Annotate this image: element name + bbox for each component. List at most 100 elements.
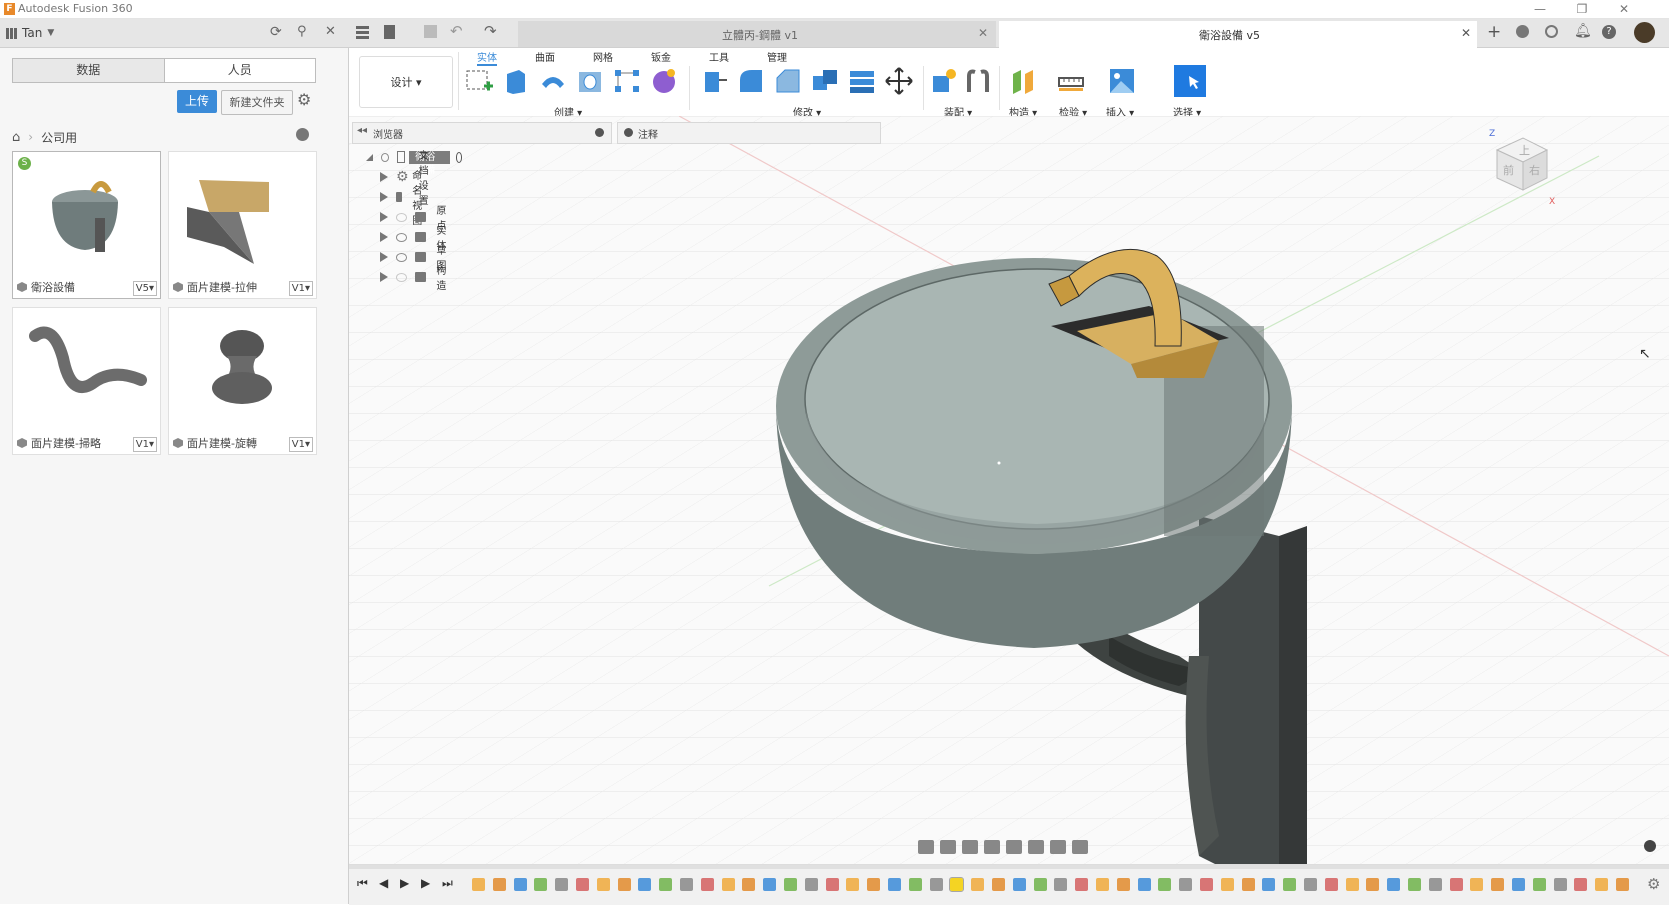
timeline-feature-icon[interactable] bbox=[1054, 878, 1068, 891]
tab-surface[interactable]: 曲面 bbox=[535, 49, 555, 64]
look-at-icon[interactable] bbox=[940, 840, 956, 854]
expand-icon[interactable] bbox=[380, 212, 388, 222]
timeline-feature-icon[interactable] bbox=[1116, 878, 1130, 891]
file-card-4[interactable]: 面片建模-旋轉 V1▾ bbox=[168, 307, 317, 455]
timeline-feature-icon[interactable] bbox=[949, 877, 965, 892]
press-pull-icon[interactable] bbox=[699, 66, 729, 96]
timeline-feature-icon[interactable] bbox=[492, 878, 506, 891]
combine-icon[interactable] bbox=[847, 66, 877, 96]
undo-icon[interactable]: ↶ bbox=[450, 22, 463, 40]
new-component-icon[interactable] bbox=[929, 66, 959, 96]
fit-icon[interactable] bbox=[1006, 840, 1022, 854]
version-dropdown[interactable]: V1▾ bbox=[288, 281, 313, 296]
hole-icon[interactable] bbox=[575, 66, 605, 96]
comments-panel-header[interactable]: 注释 bbox=[617, 122, 881, 144]
timeline-feature-icon[interactable] bbox=[763, 878, 777, 891]
timeline-feature-icon[interactable] bbox=[1408, 878, 1421, 891]
step-forward-icon[interactable]: ▶ bbox=[421, 876, 430, 890]
display-settings-icon[interactable] bbox=[1028, 840, 1044, 854]
timeline-feature-icon[interactable] bbox=[929, 878, 943, 891]
timeline-feature-icon[interactable] bbox=[1366, 878, 1380, 891]
timeline-feature-icon[interactable] bbox=[1283, 878, 1297, 891]
file-card-1[interactable]: S 衛浴設備 V5▾ bbox=[12, 151, 161, 299]
timeline-feature-icon[interactable] bbox=[971, 878, 985, 891]
new-folder-button[interactable]: 新建文件夹 bbox=[221, 90, 293, 115]
timeline-feature-icon[interactable] bbox=[1553, 878, 1567, 891]
grid-settings-icon[interactable] bbox=[1050, 840, 1066, 854]
visibility-icon[interactable] bbox=[396, 272, 408, 282]
visibility-icon[interactable] bbox=[396, 232, 408, 242]
timeline-feature-icon[interactable] bbox=[617, 878, 631, 891]
timeline-feature-icon[interactable] bbox=[1096, 878, 1109, 891]
timeline-feature-icon[interactable] bbox=[1324, 878, 1338, 891]
expand-icon[interactable] bbox=[380, 232, 388, 242]
file-card-2[interactable]: 面片建模-拉伸 V1▾ bbox=[168, 151, 317, 299]
close-tab-icon[interactable]: ✕ bbox=[1461, 26, 1471, 40]
timeline-feature-icon[interactable] bbox=[888, 878, 901, 891]
timeline-feature-icon[interactable] bbox=[680, 878, 693, 891]
timeline-feature-icon[interactable] bbox=[472, 878, 485, 891]
tree-item[interactable]: 构造 bbox=[380, 266, 452, 292]
tab-sheet-metal[interactable]: 钣金 bbox=[651, 49, 671, 64]
version-dropdown[interactable]: V1▾ bbox=[132, 437, 157, 452]
job-status-icon[interactable] bbox=[1545, 25, 1558, 38]
browser-panel-header[interactable]: ◂◂ 浏览器 bbox=[352, 122, 612, 144]
visibility-icon[interactable] bbox=[396, 252, 408, 262]
timeline-feature-icon[interactable] bbox=[1179, 878, 1193, 891]
timeline-settings-icon[interactable]: ⚙ bbox=[1647, 875, 1660, 893]
view-cube[interactable]: 上 前 右 Z X bbox=[1487, 128, 1557, 208]
redo-icon[interactable]: ↷ bbox=[484, 22, 497, 40]
timeline-feature-icon[interactable] bbox=[742, 878, 756, 891]
timeline-feature-icon[interactable] bbox=[1220, 878, 1234, 891]
workspace-switcher[interactable]: 设计 ▾ bbox=[359, 56, 453, 108]
orbit-icon[interactable] bbox=[918, 840, 934, 854]
user-switcher[interactable]: Tan ▼ bbox=[6, 26, 54, 40]
expand-icon[interactable] bbox=[366, 153, 373, 161]
settings-icon[interactable]: ⚙ bbox=[297, 90, 311, 109]
tree-item[interactable]: 命名视图 bbox=[380, 171, 430, 227]
step-back-icon[interactable]: ◀ bbox=[379, 876, 388, 890]
view-cube-front[interactable]: 前 bbox=[1503, 163, 1514, 177]
timeline-feature-icon[interactable] bbox=[1200, 878, 1213, 891]
add-comment-icon[interactable] bbox=[624, 128, 633, 137]
timeline-feature-icon[interactable] bbox=[596, 878, 610, 891]
timeline-feature-icon[interactable] bbox=[1574, 878, 1588, 891]
tab-solid[interactable]: 实体 bbox=[477, 49, 497, 66]
chamfer-icon[interactable] bbox=[773, 66, 803, 96]
help-icon[interactable]: ? bbox=[1602, 25, 1616, 39]
pattern-icon[interactable] bbox=[612, 66, 642, 96]
timeline-feature-icon[interactable] bbox=[721, 878, 735, 891]
minimize-button[interactable]: — bbox=[1525, 1, 1555, 17]
timeline-feature-icon[interactable] bbox=[804, 878, 818, 891]
document-tab-2[interactable]: 衛浴設備 v5 ✕ bbox=[999, 21, 1477, 48]
timeline-feature-icon[interactable] bbox=[700, 878, 714, 891]
expand-icon[interactable] bbox=[380, 272, 388, 282]
timeline-feature-icon[interactable] bbox=[784, 878, 797, 891]
tab-data[interactable]: 数据 bbox=[13, 59, 165, 82]
timeline-feature-icon[interactable] bbox=[555, 878, 569, 891]
timeline-feature-icon[interactable] bbox=[576, 878, 589, 891]
timeline-feature-icon[interactable] bbox=[1262, 878, 1276, 891]
timeline-feature-icon[interactable] bbox=[513, 878, 527, 891]
activate-icon[interactable] bbox=[455, 151, 463, 163]
restore-button[interactable]: ❐ bbox=[1567, 1, 1597, 17]
timeline-feature-icon[interactable] bbox=[1012, 878, 1026, 891]
move-icon[interactable] bbox=[884, 66, 914, 96]
close-panel-icon[interactable]: ✕ bbox=[325, 24, 336, 39]
visibility-icon[interactable] bbox=[381, 152, 390, 162]
tab-mesh[interactable]: 网格 bbox=[593, 49, 613, 64]
version-dropdown[interactable]: V5▾ bbox=[132, 281, 157, 296]
avatar[interactable] bbox=[1634, 22, 1655, 43]
timeline-feature-icon[interactable] bbox=[846, 878, 860, 891]
visibility-icon[interactable] bbox=[396, 212, 408, 222]
expand-icon[interactable] bbox=[380, 172, 388, 182]
timeline-feature-icon[interactable] bbox=[1241, 878, 1255, 891]
file-menu-icon[interactable] bbox=[384, 25, 395, 39]
expand-icon[interactable] bbox=[380, 252, 388, 262]
view-cube-right[interactable]: 右 bbox=[1529, 163, 1540, 177]
timeline-feature-icon[interactable] bbox=[1532, 878, 1546, 891]
view-cube-top[interactable]: 上 bbox=[1519, 144, 1530, 157]
offset-plane-icon[interactable] bbox=[1009, 66, 1039, 96]
timeline-feature-icon[interactable] bbox=[659, 878, 673, 891]
shell-icon[interactable] bbox=[810, 66, 840, 96]
